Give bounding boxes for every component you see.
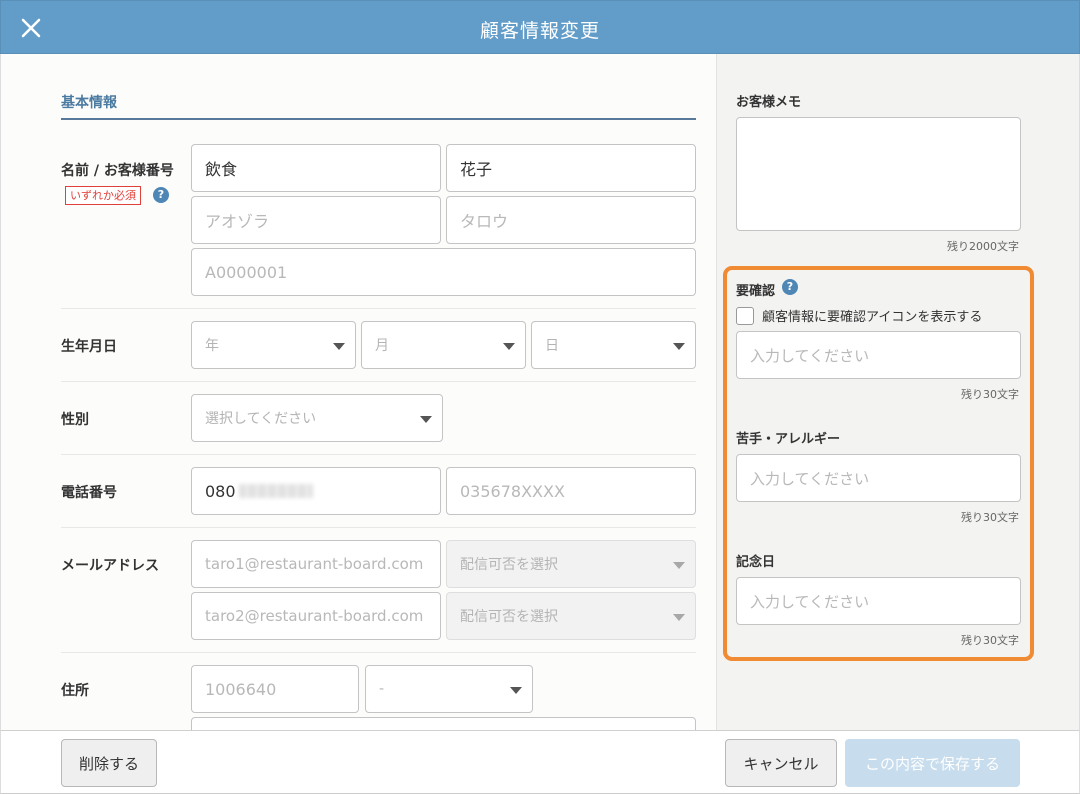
chevron-down-icon	[333, 343, 345, 350]
memo-label: お客様メモ	[736, 95, 802, 110]
prefecture-select[interactable]: -	[365, 665, 533, 713]
last-name-kana-input[interactable]: アオゾラ	[191, 196, 441, 244]
help-icon[interactable]: ?	[782, 279, 798, 295]
phone1-value: 080	[205, 481, 236, 501]
chevron-down-icon	[510, 687, 522, 694]
modal-header: 顧客情報変更	[0, 0, 1080, 54]
phone2-input[interactable]: 035678XXXX	[446, 467, 696, 515]
allergy-counter: 残り30文字	[961, 511, 1019, 524]
chevron-down-icon	[673, 562, 685, 569]
birth-year-select[interactable]: 年	[191, 321, 356, 369]
checkbox-label: 顧客情報に要確認アイコンを表示する	[762, 310, 983, 325]
email1-delivery-select: 配信可否を選択	[446, 540, 696, 588]
row-divider	[61, 527, 696, 528]
confirm-label: 要確認	[736, 284, 776, 299]
last-name-input[interactable]: 飲食	[191, 144, 441, 192]
email1-input[interactable]: taro1@restaurant-board.com	[191, 540, 441, 588]
help-icon[interactable]: ?	[153, 187, 169, 203]
anniversary-counter: 残り30文字	[961, 634, 1019, 647]
show-confirm-icon-checkbox[interactable]	[736, 307, 754, 325]
delete-button[interactable]: 削除する	[61, 739, 157, 787]
address-input[interactable]	[191, 717, 696, 730]
email2-delivery-value: 配信可否を選択	[460, 609, 558, 625]
chevron-down-icon	[503, 343, 515, 350]
birth-month-select[interactable]: 月	[361, 321, 526, 369]
modal-footer: 削除する キャンセル この内容で保存する	[0, 730, 1080, 794]
required-badge: いずれか必須	[65, 186, 141, 205]
first-name-input[interactable]: 花子	[446, 144, 696, 192]
customer-number-input[interactable]: A0000001	[191, 248, 696, 296]
gender-select[interactable]: 選択してください	[191, 394, 443, 442]
email2-input[interactable]: taro2@restaurant-board.com	[191, 592, 441, 640]
address-label: 住所	[61, 683, 89, 699]
row-divider	[61, 381, 696, 382]
memo-textarea[interactable]	[736, 117, 1021, 231]
zip-code-input[interactable]: 1006640	[191, 665, 359, 713]
birth-day-value: 日	[545, 338, 559, 354]
birth-month-value: 月	[375, 338, 389, 354]
email-label: メールアドレス	[61, 558, 159, 574]
email1-delivery-value: 配信可否を選択	[460, 557, 558, 573]
basic-info-panel: 基本情報 名前 / お客様番号 いずれか必須 ? 飲食 花子 アオゾラ タロウ …	[0, 54, 716, 730]
redacted-text	[238, 484, 313, 498]
section-title: 基本情報	[61, 95, 117, 111]
row-divider	[61, 308, 696, 309]
modal-title: 顧客情報変更	[479, 20, 600, 42]
anniversary-label: 記念日	[736, 555, 776, 570]
name-label: 名前 / お客様番号	[61, 163, 174, 179]
section-divider	[61, 118, 696, 120]
allergy-input[interactable]: 入力してください	[736, 454, 1021, 502]
birth-day-select[interactable]: 日	[531, 321, 696, 369]
gender-label: 性別	[61, 412, 89, 428]
email2-delivery-select: 配信可否を選択	[446, 592, 696, 640]
phone-label: 電話番号	[61, 485, 117, 501]
allergy-label: 苦手・アレルギー	[736, 432, 841, 447]
chevron-down-icon	[420, 416, 432, 423]
save-button[interactable]: この内容で保存する	[845, 739, 1020, 787]
gender-value: 選択してください	[205, 411, 317, 427]
row-divider	[61, 454, 696, 455]
row-divider	[61, 652, 696, 653]
birthday-label: 生年月日	[61, 339, 117, 355]
phone1-input[interactable]: 080	[191, 467, 441, 515]
chevron-down-icon	[673, 343, 685, 350]
confirm-counter: 残り30文字	[961, 388, 1019, 401]
anniversary-input[interactable]: 入力してください	[736, 577, 1021, 625]
prefecture-value: -	[379, 681, 385, 697]
memo-counter: 残り2000文字	[947, 240, 1019, 253]
chevron-down-icon	[673, 614, 685, 621]
cancel-button[interactable]: キャンセル	[725, 739, 837, 787]
side-panel: お客様メモ 残り2000文字 要確認 ? 顧客情報に要確認アイコンを表示する 入…	[716, 54, 1080, 730]
birth-year-value: 年	[205, 338, 219, 354]
first-name-kana-input[interactable]: タロウ	[446, 196, 696, 244]
confirm-input[interactable]: 入力してください	[736, 331, 1021, 379]
